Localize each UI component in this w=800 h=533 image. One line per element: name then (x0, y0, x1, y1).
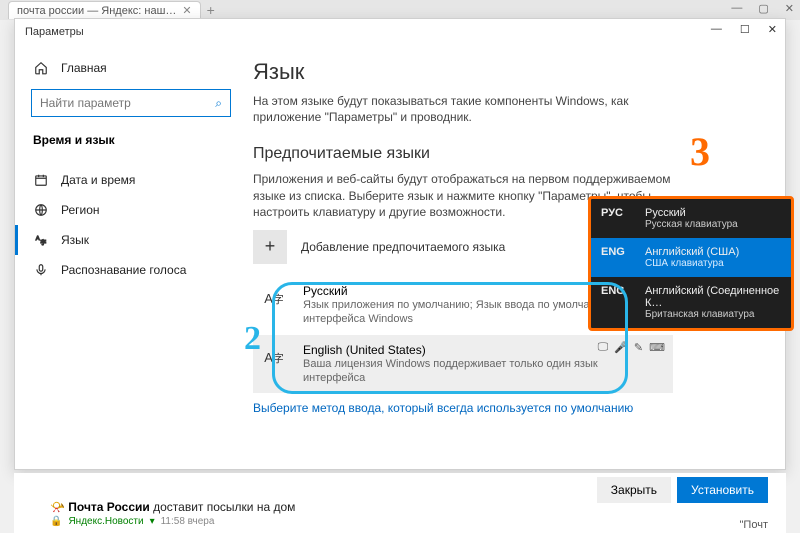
lang-code: РУС (601, 207, 635, 219)
minimize-icon[interactable]: — (731, 2, 742, 15)
page-title: Язык (253, 59, 761, 85)
new-tab-button[interactable]: + (207, 2, 215, 18)
news-snippet: "Почт (740, 519, 768, 531)
lang-code: ENG (601, 285, 635, 297)
lang-keyboard: Русская клавиатура (645, 219, 781, 230)
install-prompt: Закрыть Установить (597, 477, 768, 503)
window-controls: — ☐ ✕ (711, 23, 777, 36)
dropdown-icon[interactable]: ▾ (150, 516, 155, 527)
news-headline[interactable]: 📯 Почта России доставит посылки на дом 🔒… (50, 500, 295, 527)
add-language-label: Добавление предпочитаемого языка (301, 240, 505, 254)
globe-icon (33, 202, 49, 218)
page-bottom: Закрыть Установить 📯 Почта России достав… (14, 473, 786, 533)
window-title: Параметры (25, 26, 84, 38)
sidebar-item-datetime[interactable]: Дата и время (15, 165, 247, 195)
language-row-english[interactable]: A字 English (United States) Ваша лицензия… (253, 335, 673, 394)
search-box[interactable]: ⌕ (31, 89, 231, 117)
news-rest: доставит посылки на дом (150, 500, 296, 514)
sidebar-item-region[interactable]: Регион (15, 195, 247, 225)
sidebar-home-label: Главная (61, 61, 107, 75)
display-icon: 🖵 (598, 341, 609, 354)
install-button[interactable]: Установить (677, 477, 768, 503)
sidebar-home[interactable]: Главная (15, 53, 247, 83)
page-description: На этом языке будут показываться такие к… (253, 93, 673, 125)
close-tab-icon[interactable]: ✕ (182, 4, 191, 17)
sidebar-item-label: Регион (61, 203, 100, 217)
sidebar-section-heading: Время и язык (15, 127, 247, 157)
microphone-icon (33, 262, 49, 278)
svg-text:A: A (36, 236, 40, 242)
lang-option-russian[interactable]: РУС Русский Русская клавиатура (591, 199, 791, 238)
lang-keyboard: Британская клавиатура (645, 309, 781, 320)
keyboard-icon: ⌨ (649, 341, 665, 354)
language-icon: A字 (33, 232, 49, 248)
sidebar-item-language[interactable]: A字 Язык (15, 225, 247, 255)
default-input-method-link[interactable]: Выберите метод ввода, который всегда исп… (253, 401, 633, 415)
news-bold: Почта России (68, 500, 150, 514)
close-icon[interactable]: ✕ (785, 2, 794, 15)
sidebar-item-label: Дата и время (61, 173, 135, 187)
lang-name: Английский (Соединенное К… (645, 285, 781, 309)
lang-option-english-uk[interactable]: ENG Английский (Соединенное К… Британска… (591, 277, 791, 328)
svg-text:字: 字 (40, 239, 46, 247)
sidebar: Главная ⌕ Время и язык Дата и время (15, 45, 247, 469)
handwriting-icon: ✎ (634, 341, 643, 354)
language-feature-icons: 🖵 🎤 ✎ ⌨ (598, 341, 665, 354)
news-time: 11:58 вчера (161, 516, 215, 527)
language-glyph-icon: A字 (259, 284, 289, 314)
browser-window-controls: — ▢ ✕ (731, 2, 794, 15)
maximize-icon[interactable]: ▢ (758, 2, 768, 15)
lang-code: ENG (601, 246, 635, 258)
speech-icon: 🎤 (614, 341, 628, 354)
sidebar-item-label: Распознавание голоса (61, 263, 186, 277)
search-icon: ⌕ (215, 96, 222, 111)
language-glyph-icon: A字 (259, 343, 289, 373)
lang-keyboard: США клавиатура (645, 258, 781, 269)
lang-option-english-us[interactable]: ENG Английский (США) США клавиатура (591, 238, 791, 277)
sidebar-item-speech[interactable]: Распознавание голоса (15, 255, 247, 285)
lang-name: Русский (645, 207, 781, 219)
calendar-icon (33, 172, 49, 188)
tab-title: почта россии — Яндекс: наш… (17, 5, 176, 17)
search-input[interactable] (40, 96, 215, 110)
minimize-icon[interactable]: — (711, 23, 722, 36)
titlebar: Параметры — ☐ ✕ (15, 19, 785, 45)
browser-tab[interactable]: почта россии — Яндекс: наш… ✕ (8, 1, 201, 19)
section-title: Предпочитаемые языки (253, 145, 761, 163)
lock-icon: 🔒 (50, 516, 62, 527)
sidebar-item-label: Язык (61, 233, 89, 247)
lang-name: Английский (США) (645, 246, 781, 258)
close-icon[interactable]: ✕ (768, 23, 777, 36)
home-icon (33, 60, 49, 76)
close-button[interactable]: Закрыть (597, 477, 671, 503)
maximize-icon[interactable]: ☐ (740, 23, 750, 36)
language-sub: Ваша лицензия Windows поддерживает тольк… (303, 357, 663, 386)
input-language-switcher[interactable]: РУС Русский Русская клавиатура ENG Англи… (588, 196, 794, 331)
browser-tabstrip: почта россии — Яндекс: наш… ✕ + — ▢ ✕ (0, 0, 800, 20)
news-source: Яндекс.Новости (68, 516, 143, 527)
plus-icon[interactable]: + (253, 230, 287, 264)
